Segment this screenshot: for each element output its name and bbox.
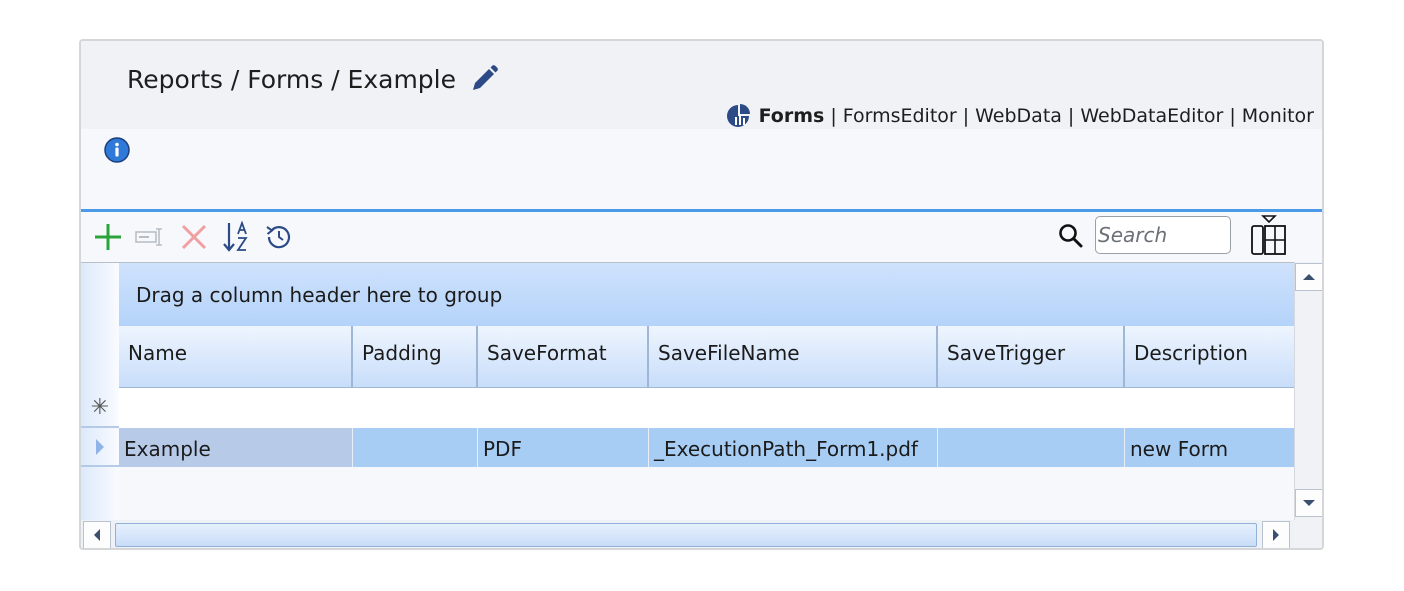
- nav-forms-editor[interactable]: FormsEditor: [843, 105, 957, 127]
- column-header-name[interactable]: Name: [119, 326, 353, 388]
- cell-padding[interactable]: [353, 428, 478, 467]
- column-header-savetrigger[interactable]: SaveTrigger: [938, 326, 1125, 388]
- horizontal-scrollbar[interactable]: [81, 520, 1294, 548]
- breadcrumb: Reports / Forms / Example: [127, 63, 500, 95]
- scroll-left-icon[interactable]: [83, 521, 111, 548]
- search-icon[interactable]: [1057, 222, 1085, 250]
- close-icon[interactable]: [177, 220, 211, 254]
- column-header-savefilename[interactable]: SaveFileName: [649, 326, 938, 388]
- data-grid: Drag a column header here to group Name …: [81, 262, 1294, 521]
- group-hint-text: Drag a column header here to group: [136, 283, 503, 307]
- breadcrumb-text: Reports / Forms / Example: [127, 64, 456, 94]
- scroll-down-icon[interactable]: [1295, 489, 1322, 517]
- column-chooser-icon[interactable]: [1249, 214, 1289, 256]
- grid-toolbar: Search: [81, 212, 1322, 262]
- nav-webdata-editor[interactable]: WebDataEditor: [1080, 105, 1223, 127]
- column-header-saveformat[interactable]: SaveFormat: [478, 326, 649, 388]
- nav-separator: |: [1067, 105, 1075, 127]
- info-icon[interactable]: [104, 137, 130, 163]
- cell-saveformat[interactable]: PDF: [478, 428, 649, 467]
- nav-monitor[interactable]: Monitor: [1242, 105, 1314, 127]
- horizontal-scroll-thumb[interactable]: [115, 523, 1257, 547]
- cell-savetrigger[interactable]: [938, 428, 1125, 467]
- cell-name[interactable]: Example: [119, 428, 353, 467]
- column-header-row: Name Padding SaveFormat SaveFileName Sav…: [119, 326, 1294, 388]
- new-row-cells[interactable]: [119, 388, 1294, 428]
- nav-webdata[interactable]: WebData: [975, 105, 1062, 127]
- search-input[interactable]: Search: [1095, 216, 1231, 254]
- sort-az-icon[interactable]: [219, 220, 253, 254]
- vertical-scrollbar[interactable]: [1294, 262, 1322, 520]
- cell-savefilename[interactable]: _ExecutionPath_Form1.pdf: [649, 428, 938, 467]
- column-header-padding[interactable]: Padding: [353, 326, 478, 388]
- scrollbar-corner: [1294, 520, 1322, 548]
- table-row-cells: Example PDF _ExecutionPath_Form1.pdf new…: [119, 428, 1294, 467]
- pie-chart-icon: [725, 103, 751, 129]
- column-header-description[interactable]: Description: [1125, 326, 1294, 388]
- table-row[interactable]: Example PDF _ExecutionPath_Form1.pdf new…: [81, 428, 1294, 467]
- nav-separator: |: [962, 105, 970, 127]
- nav-separator: |: [830, 105, 837, 127]
- current-row-arrow-icon: [81, 428, 119, 467]
- module-nav: Forms | FormsEditor | WebData | WebDataE…: [725, 103, 1314, 129]
- new-row-indicator: ✳: [81, 388, 119, 428]
- nav-forms[interactable]: Forms: [759, 105, 825, 127]
- group-by-panel[interactable]: Drag a column header here to group: [119, 263, 1294, 326]
- rename-icon[interactable]: [134, 220, 168, 254]
- new-row[interactable]: ✳: [81, 388, 1294, 428]
- cell-description[interactable]: new Form: [1125, 428, 1294, 467]
- main-panel: Reports / Forms / Example Forms | FormsE…: [79, 39, 1324, 550]
- scroll-right-icon[interactable]: [1262, 521, 1290, 548]
- pencil-icon[interactable]: [468, 63, 500, 95]
- history-icon[interactable]: [262, 220, 296, 254]
- scroll-up-icon[interactable]: [1295, 263, 1322, 291]
- plus-icon[interactable]: [91, 220, 125, 254]
- nav-separator: |: [1229, 105, 1236, 127]
